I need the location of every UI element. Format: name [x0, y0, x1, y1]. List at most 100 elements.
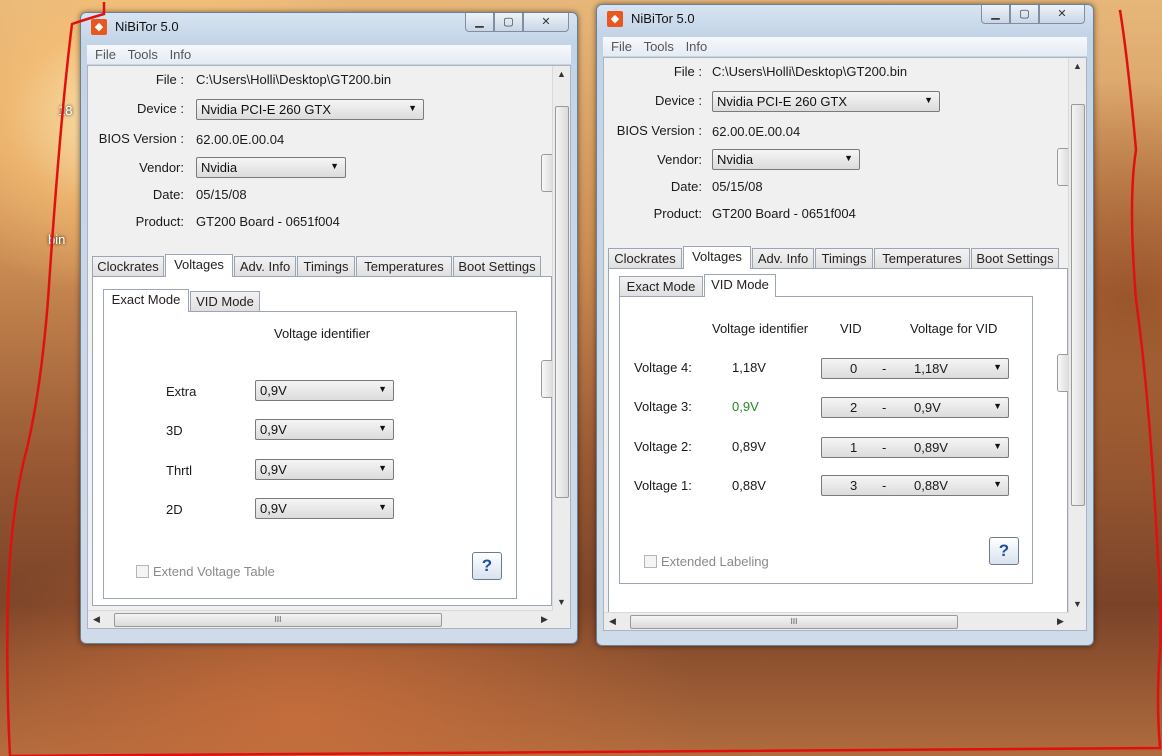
scroll-right-icon[interactable]: ▶	[1052, 613, 1069, 630]
nibitor-window-left: ◆ NiBiTor 5.0 ▁ ▢ ✕ File Tools Info File…	[80, 12, 578, 644]
date-label: Date:	[670, 179, 702, 194]
voltage-dropdown-2d[interactable]: 0,9V ▼	[255, 498, 394, 519]
tab-adv-info[interactable]: Adv. Info	[752, 248, 814, 268]
vid-value: 1	[850, 440, 858, 455]
tab-exact-mode[interactable]: Exact Mode	[619, 276, 703, 296]
scroll-down-icon[interactable]: ▼	[553, 594, 570, 611]
scroll-left-icon[interactable]: ◀	[604, 613, 621, 630]
file-label: File :	[673, 64, 702, 79]
vid-dropdown-voltage-2[interactable]: 1 - 0,89V ▼	[821, 437, 1009, 458]
device-dropdown[interactable]: Nvidia PCI-E 260 GTX ▼	[196, 99, 424, 120]
minimize-button[interactable]: ▁	[465, 13, 494, 32]
close-button[interactable]: ✕	[1039, 5, 1085, 24]
vertical-scrollbar[interactable]: ▲ ▼	[1068, 58, 1086, 613]
vendor-dropdown[interactable]: Nvidia ▼	[712, 149, 860, 170]
side-handle[interactable]	[541, 360, 552, 398]
scroll-right-icon[interactable]: ▶	[536, 611, 553, 628]
tab-voltages[interactable]: Voltages	[165, 254, 233, 277]
tab-boot-settings[interactable]: Boot Settings	[971, 248, 1059, 268]
scroll-down-icon[interactable]: ▼	[1069, 596, 1086, 613]
scroll-thumb[interactable]: III	[630, 615, 958, 629]
tab-temperatures[interactable]: Temperatures	[356, 256, 452, 276]
chevron-down-icon: ▼	[993, 441, 1002, 451]
device-dropdown[interactable]: Nvidia PCI-E 260 GTX ▼	[712, 91, 940, 112]
vendor-label: Vendor:	[657, 152, 702, 167]
vendor-dropdown[interactable]: Nvidia ▼	[196, 157, 346, 178]
help-button[interactable]: ?	[472, 552, 502, 580]
main-tabs: Clockrates Voltages Adv. Info Timings Te…	[92, 254, 552, 277]
bios-version-value: 62.00.0E.00.04	[196, 132, 285, 147]
voltage-for-vid-header: Voltage for VID	[910, 321, 998, 336]
checkbox-label: Extend Voltage Table	[153, 564, 275, 579]
tab-voltages[interactable]: Voltages	[683, 246, 751, 269]
tab-timings[interactable]: Timings	[297, 256, 355, 276]
chevron-down-icon: ▼	[330, 161, 339, 171]
resize-grip[interactable]	[553, 611, 570, 628]
voltage-dropdown-thrtl[interactable]: 0,9V ▼	[255, 459, 394, 480]
side-handle[interactable]	[1057, 148, 1068, 186]
device-label: Device :	[655, 93, 702, 108]
tab-clockrates[interactable]: Clockrates	[608, 248, 682, 268]
menu-file[interactable]: File	[95, 45, 116, 64]
app-icon: ◆	[91, 19, 107, 35]
side-handle[interactable]	[541, 154, 552, 192]
tab-boot-settings[interactable]: Boot Settings	[453, 256, 541, 276]
voltage-identifier-header: Voltage identifier	[712, 321, 809, 336]
row-label-thrtl: Thrtl	[166, 463, 192, 478]
vertical-scrollbar[interactable]: ▲ ▼	[552, 66, 570, 611]
device-value: Nvidia PCI-E 260 GTX	[717, 94, 848, 109]
scroll-thumb[interactable]	[555, 106, 569, 498]
identifier-value: 0,89V	[732, 439, 766, 454]
date-value: 05/15/08	[196, 187, 247, 202]
tab-adv-info[interactable]: Adv. Info	[234, 256, 296, 276]
minimize-button[interactable]: ▁	[981, 5, 1010, 24]
menu-info[interactable]: Info	[686, 37, 708, 56]
vid-value: 3	[850, 478, 858, 493]
vid-value: 2	[850, 400, 858, 415]
scroll-left-icon[interactable]: ◀	[88, 611, 105, 628]
scroll-up-icon[interactable]: ▲	[553, 66, 570, 83]
menu-bar: File Tools Info	[603, 37, 1087, 57]
desktop-icon-label[interactable]: bin	[48, 232, 65, 247]
vendor-label: Vendor:	[139, 160, 184, 175]
device-value: Nvidia PCI-E 260 GTX	[201, 102, 332, 117]
extend-voltage-table-checkbox[interactable]: Extend Voltage Table	[136, 564, 275, 579]
tab-timings[interactable]: Timings	[815, 248, 873, 268]
maximize-button[interactable]: ▢	[494, 13, 523, 32]
title-bar[interactable]: ◆ NiBiTor 5.0 ▁ ▢ ✕	[597, 5, 1093, 35]
tab-vid-mode[interactable]: VID Mode	[704, 274, 776, 297]
vid-dropdown-voltage-1[interactable]: 3 - 0,88V ▼	[821, 475, 1009, 496]
exact-mode-pane: Voltage identifier Extra 0,9V ▼ 3D 0,9V …	[103, 311, 517, 599]
vendor-value: Nvidia	[717, 152, 754, 167]
date-value: 05/15/08	[712, 179, 763, 194]
close-button[interactable]: ✕	[523, 13, 569, 32]
vid-dropdown-voltage-4[interactable]: 0 - 1,18V ▼	[821, 358, 1009, 379]
side-handle[interactable]	[1057, 354, 1068, 392]
separator: -	[882, 400, 887, 415]
extended-labeling-checkbox[interactable]: Extended Labeling	[644, 554, 769, 569]
voltage-dropdown-extra[interactable]: 0,9V ▼	[255, 380, 394, 401]
resize-grip[interactable]	[1069, 613, 1086, 630]
maximize-button[interactable]: ▢	[1010, 5, 1039, 24]
scroll-thumb[interactable]: III	[114, 613, 442, 627]
menu-file[interactable]: File	[611, 37, 632, 56]
tab-temperatures[interactable]: Temperatures	[874, 248, 970, 268]
product-value: GT200 Board - 0651f004	[712, 206, 856, 221]
desktop-icon-label[interactable]: 18	[58, 103, 72, 118]
chevron-down-icon: ▼	[993, 401, 1002, 411]
voltage-dropdown-3d[interactable]: 0,9V ▼	[255, 419, 394, 440]
horizontal-scrollbar[interactable]: ◀ III ▶	[604, 612, 1069, 630]
menu-info[interactable]: Info	[170, 45, 192, 64]
menu-tools[interactable]: Tools	[644, 37, 674, 56]
tab-clockrates[interactable]: Clockrates	[92, 256, 164, 276]
vid-dropdown-voltage-3[interactable]: 2 - 0,9V ▼	[821, 397, 1009, 418]
scroll-thumb[interactable]	[1071, 104, 1085, 506]
title-bar[interactable]: ◆ NiBiTor 5.0 ▁ ▢ ✕	[81, 13, 577, 43]
horizontal-scrollbar[interactable]: ◀ III ▶	[88, 610, 553, 628]
tab-vid-mode[interactable]: VID Mode	[190, 291, 260, 311]
tab-exact-mode[interactable]: Exact Mode	[103, 289, 189, 312]
menu-tools[interactable]: Tools	[128, 45, 158, 64]
file-path: C:\Users\Holli\Desktop\GT200.bin	[712, 64, 908, 79]
scroll-up-icon[interactable]: ▲	[1069, 58, 1086, 75]
help-button[interactable]: ?	[989, 537, 1019, 565]
